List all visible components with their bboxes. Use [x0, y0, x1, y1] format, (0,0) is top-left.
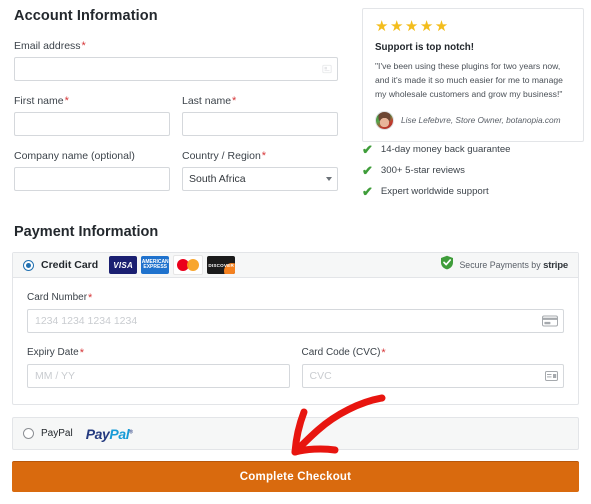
stripe-brand-name: stripe [543, 259, 568, 271]
card-number-label-text: Card Number [27, 292, 88, 303]
expiry-required-mark: * [79, 347, 84, 359]
card-number-input[interactable] [27, 309, 564, 333]
expiry-label: Expiry Date* [27, 347, 290, 359]
card-number-label: Card Number* [27, 292, 564, 304]
star-rating-icon: ★★★★★ [375, 18, 450, 35]
company-input[interactable] [14, 167, 170, 191]
credit-card-radio[interactable] [23, 259, 34, 271]
email-field-group: Email address* [14, 40, 338, 81]
complete-checkout-button[interactable]: Complete Checkout [12, 461, 579, 492]
mastercard-card-logo [173, 255, 204, 275]
cvc-input[interactable] [301, 364, 564, 388]
last-name-input[interactable] [182, 112, 338, 136]
checkout-page: Account Information Email address* First… [0, 0, 591, 504]
list-item: ✔ 14-day money back guarantee [362, 143, 584, 156]
paypal-logo-pal: Pal [109, 425, 130, 442]
amex-card-logo: AMERICAN EXPRESS [141, 256, 170, 274]
paypal-radio[interactable] [23, 428, 34, 439]
visa-card-logo: VISA [109, 256, 138, 274]
country-required-mark: * [261, 150, 267, 162]
last-name-required-mark: * [232, 95, 237, 107]
account-information-title: Account Information [14, 8, 158, 24]
paypal-trademark: ® [129, 428, 133, 435]
last-name-field-group: Last name* [182, 95, 338, 136]
benefit-label: 300+ 5-star reviews [380, 165, 465, 176]
paypal-logo-pay: Pay [85, 425, 110, 442]
first-name-label-text: First name [14, 95, 64, 107]
cvc-field-group: Card Code (CVC)* [301, 347, 565, 388]
card-brand-logos: VISA AMERICAN EXPRESS DISCOVER [109, 255, 236, 275]
paypal-logo: PayPal® [86, 426, 133, 442]
expiry-label-text: Expiry Date [27, 347, 79, 358]
email-required-mark: * [81, 40, 86, 52]
avatar [375, 110, 394, 130]
last-name-label: Last name* [182, 95, 338, 107]
country-field-group: Country / Region* South Africa [182, 150, 338, 191]
credit-card-label: Credit Card [41, 259, 99, 271]
email-input[interactable] [14, 57, 338, 81]
first-name-required-mark: * [64, 95, 69, 107]
first-name-input[interactable] [14, 112, 170, 136]
country-select[interactable]: South Africa [182, 167, 338, 191]
cvc-required-mark: * [381, 347, 386, 359]
first-name-label: First name* [14, 95, 170, 107]
email-label-text: Email address [14, 40, 81, 52]
last-name-label-text: Last name [182, 95, 232, 107]
expiry-input[interactable] [27, 364, 290, 388]
expiry-cvc-row: Expiry Date* Card Code (CVC)* [27, 347, 564, 388]
country-label: Country / Region* [182, 150, 338, 162]
stripe-badge-prefix: Secure Payments by [459, 259, 541, 270]
testimonial-headline: Support is top notch! [375, 42, 475, 53]
cvc-label: Card Code (CVC)* [302, 347, 565, 359]
email-label: Email address* [14, 40, 338, 52]
shield-check-icon [440, 255, 454, 275]
credit-card-fields: Card Number* Expiry Date* [13, 278, 578, 404]
credit-card-panel: Credit Card VISA AMERICAN EXPRESS DISCOVE… [12, 252, 579, 405]
check-icon: ✔ [362, 163, 373, 178]
expiry-field-group: Expiry Date* [27, 347, 290, 388]
name-fields-row: First name* Last name* [14, 95, 338, 136]
paypal-label: PayPal [41, 428, 73, 439]
testimonial-footer: Lise Lefebvre, Store Owner, botanopia.co… [375, 110, 571, 130]
check-icon: ✔ [362, 184, 373, 199]
account-information-section: Account Information Email address* First… [0, 8, 352, 205]
benefit-label: 14-day money back guarantee [380, 144, 511, 155]
country-label-text: Country / Region [182, 150, 261, 162]
benefits-list: ✔ 14-day money back guarantee ✔ 300+ 5-s… [362, 143, 584, 206]
cvc-label-text: Card Code (CVC) [301, 347, 381, 358]
testimonial-quote: "I've been using these plugins for two y… [375, 61, 563, 99]
testimonial-card: ★★★★★ Support is top notch! "I've been u… [362, 8, 584, 142]
payment-information-title: Payment Information [14, 224, 159, 240]
company-label: Company name (optional) [14, 150, 135, 162]
company-country-row: Company name (optional) Country / Region… [14, 150, 338, 191]
paypal-panel[interactable]: PayPal PayPal® [12, 417, 579, 450]
list-item: ✔ Expert worldwide support [362, 185, 584, 198]
first-name-field-group: First name* [14, 95, 170, 136]
list-item: ✔ 300+ 5-star reviews [362, 164, 584, 177]
credit-card-header[interactable]: Credit Card VISA AMERICAN EXPRESS DISCOVE… [13, 253, 578, 278]
card-number-required-mark: * [88, 292, 93, 304]
discover-card-logo: DISCOVER [207, 256, 236, 274]
card-number-field-group: Card Number* [27, 292, 564, 333]
check-icon: ✔ [362, 142, 373, 157]
benefit-label: Expert worldwide support [380, 186, 489, 197]
testimonial-author: Lise Lefebvre, Store Owner, botanopia.co… [401, 115, 561, 126]
stripe-secure-badge: Secure Payments by stripe [440, 255, 568, 275]
company-field-group: Company name (optional) [14, 150, 170, 191]
